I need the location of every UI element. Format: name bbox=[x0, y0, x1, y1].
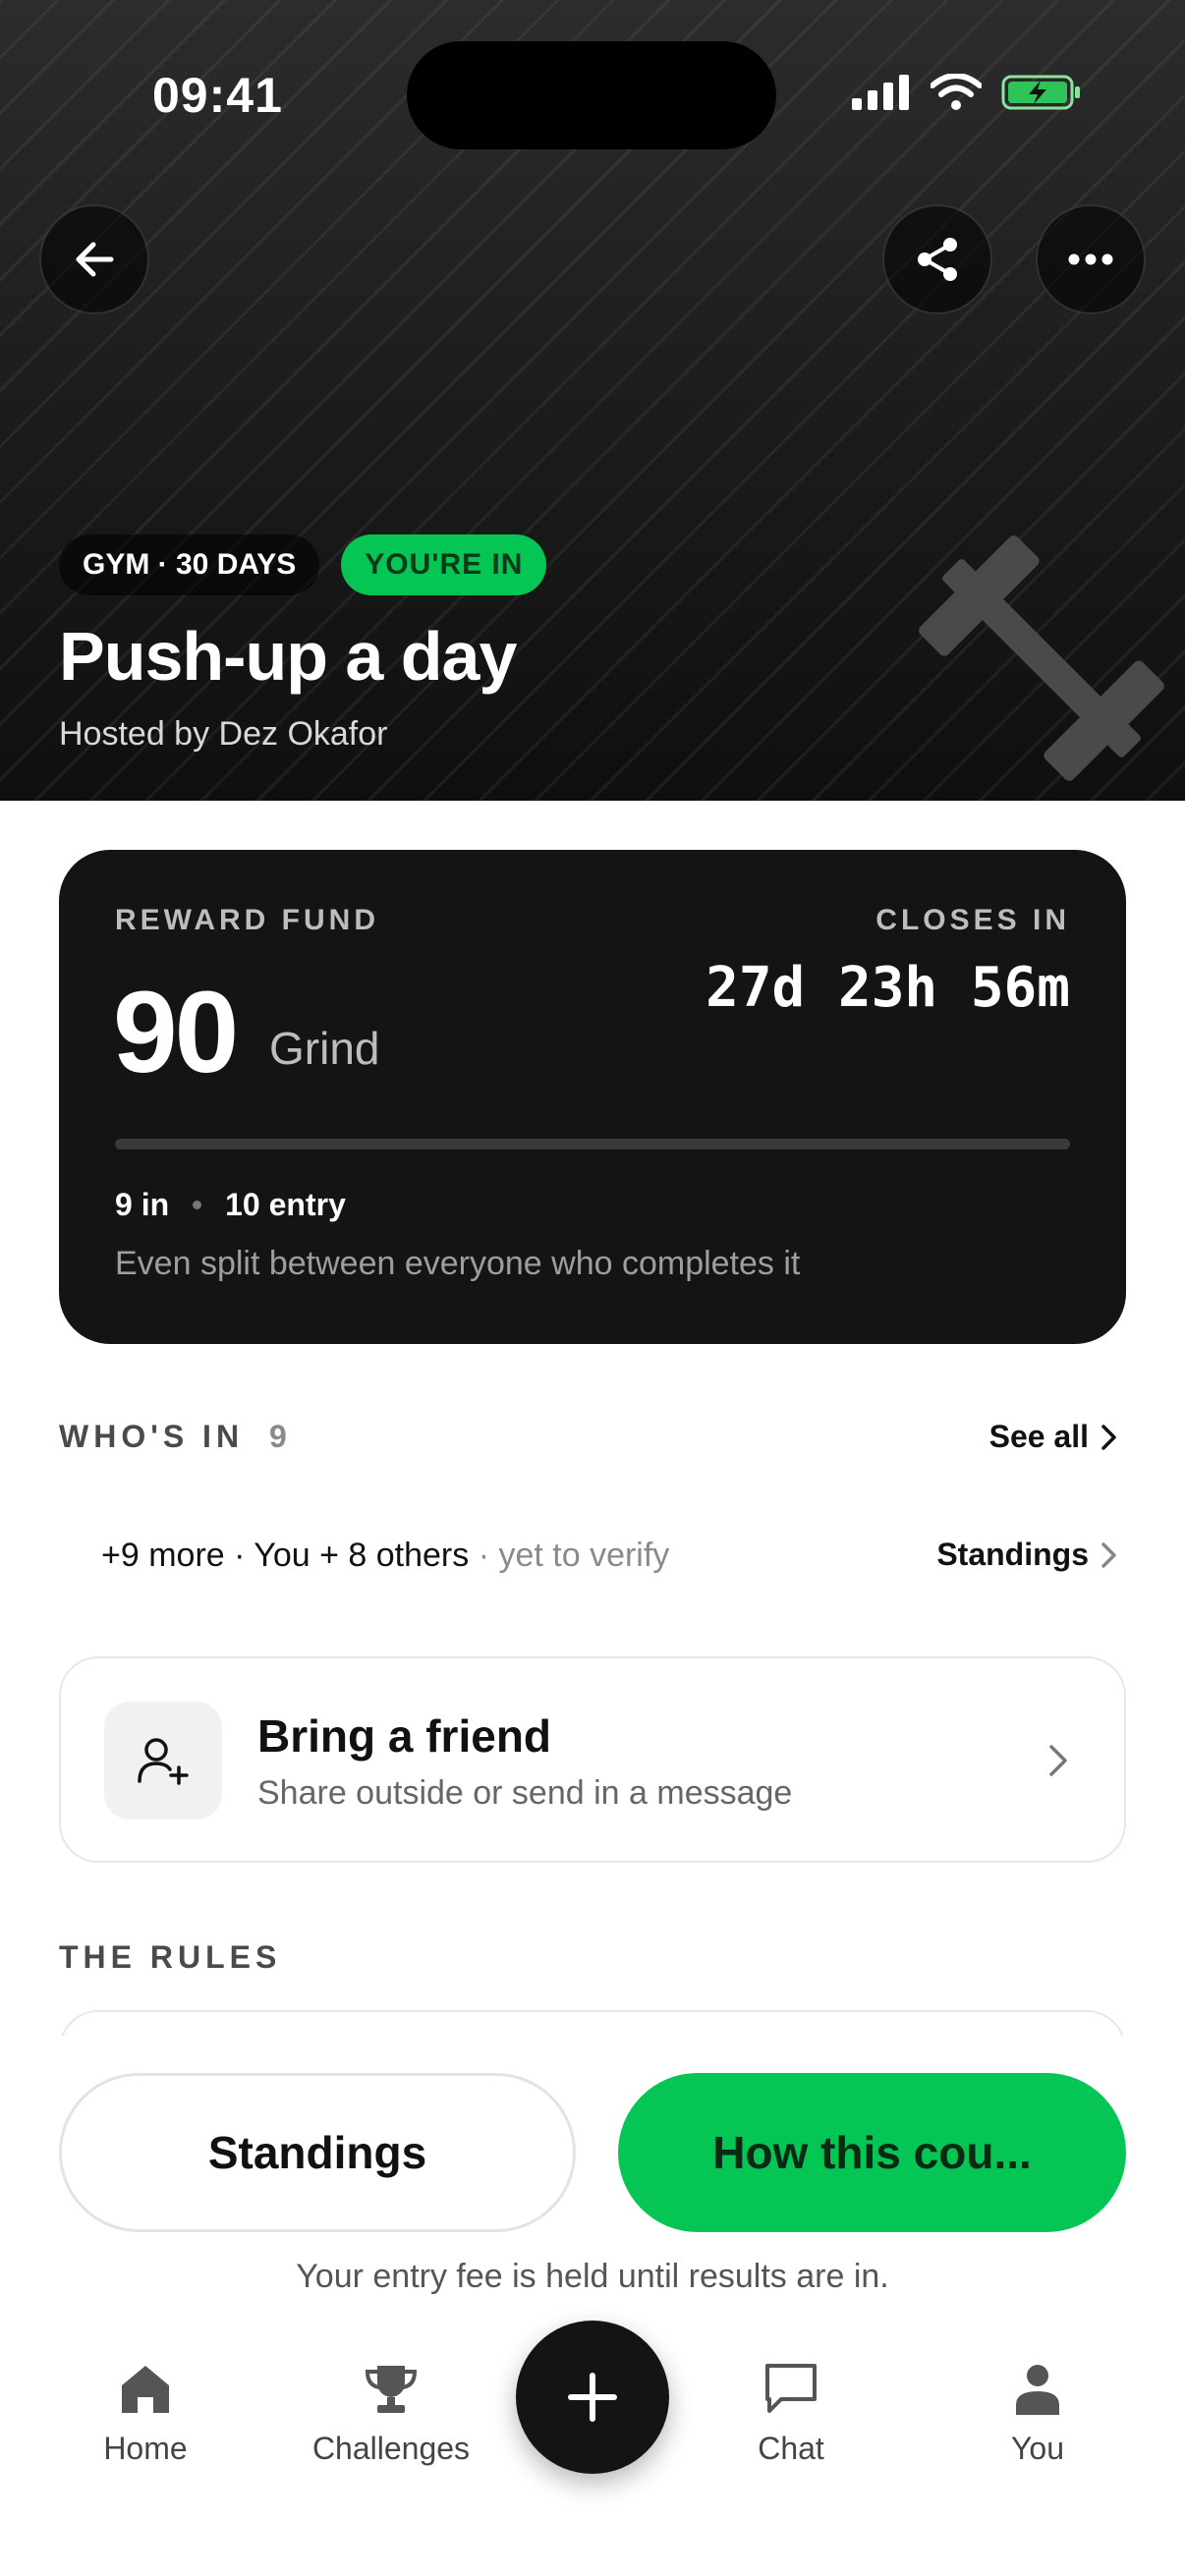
more-icon bbox=[1068, 253, 1113, 265]
challenge-title: Push-up a day bbox=[59, 618, 517, 695]
challenge-hero: 09:41 GYM · 30 DAYS YOU'RE IN Push-up a … bbox=[0, 0, 1185, 801]
bring-a-friend-card[interactable]: Bring a friend Share outside or send in … bbox=[59, 1656, 1126, 1863]
entry-fee: 10 entry bbox=[225, 1187, 346, 1222]
dynamic-island bbox=[407, 41, 776, 149]
reward-unit: Grind bbox=[269, 1023, 380, 1074]
reward-fund-label: REWARD FUND bbox=[115, 904, 379, 936]
more-button[interactable] bbox=[1036, 204, 1146, 314]
reward-fund-card: REWARD FUND CLOSES IN 90 Grind 27d 23h 5… bbox=[59, 850, 1126, 1344]
create-button[interactable] bbox=[516, 2321, 669, 2474]
rules-heading: THE RULES bbox=[59, 1939, 282, 1975]
standings-link-label: Standings bbox=[936, 1537, 1089, 1572]
entry-fee-note: Your entry fee is held until results are… bbox=[296, 2258, 889, 2295]
invite-subtitle: Share outside or send in a message bbox=[257, 1774, 793, 1812]
tab-you[interactable]: You bbox=[939, 2362, 1136, 2467]
progress-bar bbox=[115, 1139, 1070, 1149]
invite-title: Bring a friend bbox=[257, 1710, 552, 1762]
tab-chat[interactable]: Chat bbox=[693, 2362, 889, 2467]
bottom-action-panel: Standings How this cou... Your entry fee… bbox=[0, 2036, 1185, 2576]
reward-stats: 9 in 10 entry bbox=[115, 1187, 346, 1223]
share-button[interactable] bbox=[882, 204, 992, 314]
tab-challenges-label: Challenges bbox=[311, 2431, 471, 2466]
split-note: Even split between everyone who complete… bbox=[115, 1245, 801, 1282]
separator-dot bbox=[193, 1201, 202, 1209]
status-time: 09:41 bbox=[152, 68, 283, 123]
chevron-right-icon bbox=[1101, 1424, 1116, 1450]
host-line: Hosted by Dez Okafor bbox=[59, 715, 388, 753]
verify-status: · yet to verify bbox=[469, 1537, 670, 1574]
participants-count: 9 in bbox=[115, 1187, 170, 1222]
participants-summary: +9 more · You + 8 others · yet to verify bbox=[101, 1537, 669, 1575]
add-user-icon-tile bbox=[104, 1702, 222, 1820]
signal-icon bbox=[852, 75, 909, 110]
chevron-right-icon bbox=[1101, 1541, 1116, 1568]
hero-tags: GYM · 30 DAYS YOU'RE IN bbox=[59, 534, 547, 595]
trophy-icon bbox=[365, 2366, 418, 2413]
back-arrow-icon bbox=[76, 242, 114, 277]
back-button[interactable] bbox=[39, 204, 149, 314]
wifi-icon bbox=[931, 74, 982, 110]
countdown: 27d 23h 56m bbox=[705, 956, 1070, 1020]
how-this-counts-button[interactable]: How this cou... bbox=[618, 2073, 1126, 2232]
barbell-icon bbox=[919, 535, 1164, 781]
tab-home-label: Home bbox=[103, 2431, 188, 2466]
closes-in-label: CLOSES IN bbox=[875, 904, 1070, 936]
chevron-right-icon bbox=[1049, 1745, 1067, 1776]
see-all-label: See all bbox=[988, 1419, 1089, 1454]
chat-icon bbox=[765, 2364, 817, 2413]
add-user-icon bbox=[138, 1738, 189, 1785]
joined-badge: YOU'RE IN bbox=[341, 534, 547, 595]
tab-chat-label: Chat bbox=[758, 2431, 824, 2466]
battery-charging-icon bbox=[1001, 75, 1080, 110]
category-chip: GYM · 30 DAYS bbox=[59, 534, 320, 595]
share-icon bbox=[918, 238, 957, 281]
standings-link[interactable]: Standings bbox=[936, 1537, 1118, 1573]
whos-in-label: WHO'S IN bbox=[59, 1419, 245, 1454]
status-icons bbox=[852, 73, 1082, 112]
standings-button[interactable]: Standings bbox=[59, 2073, 576, 2232]
see-all-link[interactable]: See all bbox=[989, 1419, 1118, 1455]
whos-in-count: 9 bbox=[269, 1419, 287, 1454]
person-icon bbox=[1016, 2365, 1059, 2415]
tab-home[interactable]: Home bbox=[47, 2362, 244, 2467]
home-icon bbox=[122, 2366, 169, 2413]
reward-amount: 90 bbox=[113, 968, 239, 1097]
participants-summary-text: +9 more · You + 8 others bbox=[101, 1537, 470, 1574]
whos-in-heading: WHO'S IN 9 bbox=[59, 1419, 287, 1455]
tab-challenges[interactable]: Challenges bbox=[293, 2362, 489, 2467]
tab-you-label: You bbox=[1011, 2431, 1064, 2466]
plus-icon bbox=[568, 2373, 617, 2422]
